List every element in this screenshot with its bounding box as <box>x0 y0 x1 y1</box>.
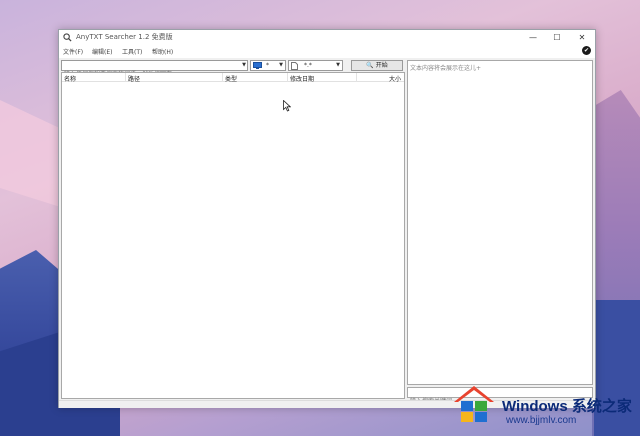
menu-edit[interactable]: 编辑(E) <box>92 47 112 56</box>
column-name[interactable]: 名称 <box>64 74 76 83</box>
window-title: AnyTXT Searcher 1.2 免费版 <box>76 33 173 41</box>
menu-help[interactable]: 帮助(H) <box>152 47 173 56</box>
column-type[interactable]: 类型 <box>225 74 237 83</box>
mouse-pointer-icon <box>283 100 291 112</box>
windows-logo-icon <box>454 386 494 422</box>
chevron-down-icon[interactable]: ▼ <box>279 62 283 68</box>
menu-bar: 文件(F) 编辑(E) 工具(T) 帮助(H) ✔ <box>59 45 595 58</box>
column-modified[interactable]: 修改日期 <box>290 74 314 83</box>
location-value: * <box>266 62 269 69</box>
preview-placeholder: 文本内容将会展示在这儿+ <box>410 65 482 72</box>
monitor-icon <box>253 62 262 69</box>
start-button-label: 开始 <box>375 62 388 69</box>
menu-tools[interactable]: 工具(T) <box>122 47 142 56</box>
chevron-down-icon[interactable]: ▼ <box>336 62 340 68</box>
title-bar[interactable]: AnyTXT Searcher 1.2 免费版 — ☐ ✕ <box>59 30 595 45</box>
close-button[interactable]: ✕ <box>570 30 594 45</box>
location-combo[interactable]: * ▼ <box>250 60 286 71</box>
filetype-combo[interactable]: *.* ▼ <box>288 60 343 71</box>
app-window: AnyTXT Searcher 1.2 免费版 — ☐ ✕ 文件(F) 编辑(E… <box>58 29 596 408</box>
magnifier-app-icon <box>63 33 72 42</box>
start-search-button[interactable]: 🔍 开始 <box>351 60 403 71</box>
preview-pane[interactable]: 文本内容将会展示在这儿+ <box>407 60 593 385</box>
column-separator[interactable] <box>125 73 126 82</box>
maximize-button[interactable]: ☐ <box>545 30 569 45</box>
results-column-header: 名称 路径 类型 修改日期 大小 <box>62 73 404 83</box>
check-status-icon[interactable]: ✔ <box>582 46 591 55</box>
column-separator[interactable] <box>222 73 223 82</box>
minimize-button[interactable]: — <box>521 30 545 45</box>
column-size[interactable]: 大小 <box>389 74 401 83</box>
column-separator[interactable] <box>356 73 357 82</box>
menu-file[interactable]: 文件(F) <box>63 47 83 56</box>
filetype-value: *.* <box>304 62 312 69</box>
watermark-url: www.bjjmlv.com <box>506 415 577 426</box>
column-path[interactable]: 路径 <box>128 74 140 83</box>
search-input-box[interactable]: ▼ <box>61 60 248 79</box>
watermark: Windows 系统之家 www.bjjmlv.com <box>444 378 640 436</box>
search-icon: 🔍 <box>366 62 374 69</box>
file-icon <box>291 62 298 70</box>
chevron-down-icon[interactable]: ▼ <box>242 62 246 68</box>
watermark-brand: Windows 系统之家 <box>502 398 632 415</box>
results-list[interactable]: 名称 路径 类型 修改日期 大小 <box>61 72 405 399</box>
column-separator[interactable] <box>287 73 288 82</box>
